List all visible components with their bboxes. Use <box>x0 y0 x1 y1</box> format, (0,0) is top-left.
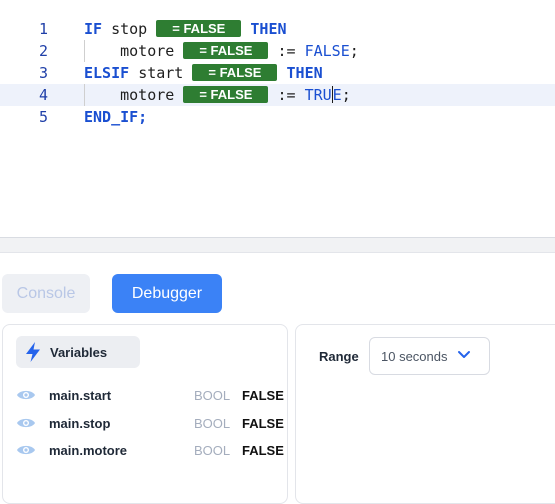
assign-operator: := <box>277 86 296 104</box>
literal-true-part1: TRU <box>304 86 332 104</box>
code-line[interactable]: 5 END_IF; <box>0 106 555 128</box>
code-line[interactable]: 3 ELSIF start = FALSE THEN <box>0 62 555 84</box>
chart-panel: Range 10 seconds <box>295 324 555 504</box>
identifier-stop: stop <box>111 20 148 38</box>
identifier-motore: motore <box>120 86 175 104</box>
value-badge: = FALSE <box>156 20 242 37</box>
line-number: 2 <box>38 42 48 60</box>
panel-resize-handle[interactable] <box>0 237 555 253</box>
variables-header[interactable]: Variables <box>16 336 140 368</box>
line-number: 5 <box>38 108 48 126</box>
variable-name: main.start <box>49 387 112 403</box>
range-select[interactable]: 10 seconds <box>369 337 490 375</box>
keyword-then: THEN <box>286 64 323 82</box>
keyword-then: THEN <box>250 20 287 38</box>
tab-console[interactable]: Console <box>2 274 90 313</box>
value-badge: = FALSE <box>183 42 269 59</box>
variable-row: main.start BOOL FALSE <box>16 385 284 405</box>
code-line[interactable]: 1 IF stop = FALSE THEN <box>0 18 555 40</box>
identifier-start: start <box>138 64 184 82</box>
keyword-if: IF <box>84 20 103 38</box>
variable-type: BOOL <box>194 387 231 403</box>
eye-icon[interactable] <box>16 443 36 457</box>
variable-value: FALSE <box>242 387 284 403</box>
line-number: 4 <box>38 86 48 104</box>
variable-row: main.stop BOOL FALSE <box>16 413 284 433</box>
value-badge: = FALSE <box>183 86 269 103</box>
eye-icon[interactable] <box>16 388 36 402</box>
literal-true-part2: E <box>332 86 342 104</box>
code-editor[interactable]: 1 IF stop = FALSE THEN 2 motore = FALSE … <box>0 0 555 238</box>
variable-value: FALSE <box>242 442 284 458</box>
variable-type: BOOL <box>194 415 231 431</box>
value-badge: = FALSE <box>192 64 278 81</box>
keyword-elsif: ELSIF <box>84 64 130 82</box>
keyword-end-if: END_IF; <box>84 108 148 126</box>
identifier-motore: motore <box>120 42 175 60</box>
chevron-down-icon <box>458 351 470 358</box>
variables-title: Variables <box>50 344 108 360</box>
range-select-value: 10 seconds <box>381 348 448 364</box>
line-number: 3 <box>38 64 48 82</box>
code-line-active[interactable]: 4 motore = FALSE := TRUE; <box>0 84 555 106</box>
literal-false: FALSE <box>304 42 350 60</box>
eye-icon[interactable] <box>16 416 36 430</box>
variable-name: main.motore <box>49 442 128 458</box>
assign-operator: := <box>277 42 296 60</box>
variable-type: BOOL <box>194 442 231 458</box>
line-number: 1 <box>38 20 48 38</box>
variable-row: main.motore BOOL FALSE <box>16 440 284 460</box>
variable-name: main.stop <box>49 415 111 431</box>
variables-panel: Variables main.start BOOL FALSE main.sto… <box>2 324 288 504</box>
lightning-bolt-icon <box>26 342 40 362</box>
code-line[interactable]: 2 motore = FALSE := FALSE; <box>0 40 555 62</box>
variable-value: FALSE <box>242 415 284 431</box>
semicolon: ; <box>341 86 351 104</box>
range-label: Range <box>319 349 359 364</box>
tab-debugger[interactable]: Debugger <box>112 274 222 313</box>
semicolon: ; <box>349 42 359 60</box>
